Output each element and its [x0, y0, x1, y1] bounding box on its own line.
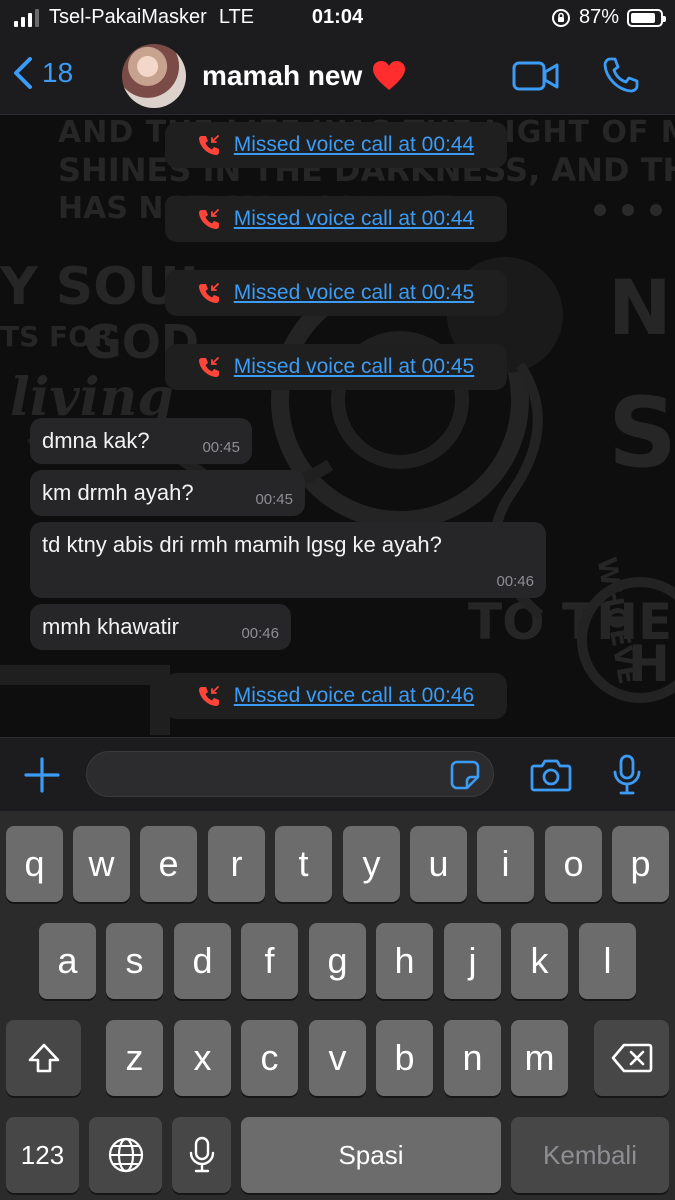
- status-right: 87%: [551, 6, 666, 29]
- key-q[interactable]: q: [6, 826, 63, 902]
- message-bubble[interactable]: td ktny abis dri rmh mamih lgsg ke ayah?…: [30, 522, 546, 598]
- sticker-icon[interactable]: [449, 759, 481, 791]
- battery-level: [631, 12, 656, 23]
- contact-name[interactable]: mamah new: [202, 60, 406, 92]
- message-time: 00:46: [241, 625, 279, 642]
- numbers-key[interactable]: 123: [6, 1117, 79, 1193]
- key-c[interactable]: c: [241, 1020, 298, 1096]
- signal-icon: [14, 8, 39, 27]
- plus-icon[interactable]: [24, 757, 60, 793]
- key-z[interactable]: z: [106, 1020, 163, 1096]
- message-bubble[interactable]: km drmh ayah? 00:45: [30, 470, 305, 516]
- backspace-key[interactable]: [594, 1020, 669, 1096]
- message-time: 00:45: [202, 439, 240, 456]
- missed-call-text[interactable]: Missed voice call at 00:46: [234, 684, 474, 708]
- message-input[interactable]: [86, 751, 494, 797]
- space-key[interactable]: Spasi: [241, 1117, 501, 1193]
- key-o[interactable]: o: [545, 826, 602, 902]
- key-j[interactable]: j: [444, 923, 501, 999]
- key-e[interactable]: e: [140, 826, 197, 902]
- chat-area[interactable]: AND THE LIFE WAS THE LIGHT OF MEN. THE L…: [0, 115, 675, 737]
- key-i[interactable]: i: [477, 826, 534, 902]
- contact-name-text: mamah new: [202, 60, 363, 91]
- shift-key[interactable]: [6, 1020, 81, 1096]
- key-p[interactable]: p: [612, 826, 669, 902]
- key-h[interactable]: h: [376, 923, 433, 999]
- status-bar: Tsel-PakaiMasker LTE 01:04 87%: [0, 0, 675, 38]
- orientation-lock-icon: [551, 8, 570, 27]
- globe-icon: [108, 1137, 143, 1173]
- key-r[interactable]: r: [208, 826, 265, 902]
- missed-call-icon: [198, 357, 219, 377]
- missed-call-notice[interactable]: Missed voice call at 00:44: [165, 196, 507, 242]
- back-button[interactable]: 18: [12, 56, 73, 90]
- network-type: LTE: [218, 6, 255, 28]
- key-f[interactable]: f: [241, 923, 298, 999]
- message-text: dmna kak?: [42, 428, 150, 453]
- key-a[interactable]: a: [39, 923, 96, 999]
- missed-call-notice[interactable]: Missed voice call at 00:44: [165, 122, 507, 168]
- microphone-icon: [189, 1136, 214, 1173]
- key-x[interactable]: x: [174, 1020, 231, 1096]
- message-bubble[interactable]: mmh khawatir 00:46: [30, 604, 291, 650]
- battery-percent: 87%: [578, 6, 619, 28]
- key-d[interactable]: d: [174, 923, 231, 999]
- message-text: td ktny abis dri rmh mamih lgsg ke ayah?: [42, 532, 442, 557]
- missed-call-text[interactable]: Missed voice call at 00:45: [234, 355, 474, 379]
- missed-call-icon: [198, 686, 219, 706]
- dictation-key[interactable]: [172, 1117, 231, 1193]
- key-n[interactable]: n: [444, 1020, 501, 1096]
- camera-icon[interactable]: [530, 757, 572, 793]
- key-k[interactable]: k: [511, 923, 568, 999]
- composer-bar: [0, 737, 675, 812]
- heart-icon: [373, 61, 406, 90]
- video-call-icon[interactable]: [512, 60, 560, 92]
- phone-call-icon[interactable]: [602, 56, 640, 94]
- keyboard: q w e r t y u i o p a s d f g h j k l z …: [0, 811, 675, 1200]
- globe-key[interactable]: [89, 1117, 162, 1193]
- chat-header: 18 mamah new: [0, 38, 675, 115]
- missed-call-icon: [198, 283, 219, 303]
- key-m[interactable]: m: [511, 1020, 568, 1096]
- message-text: km drmh ayah?: [42, 480, 194, 505]
- missed-call-text[interactable]: Missed voice call at 00:44: [234, 133, 474, 157]
- key-l[interactable]: l: [579, 923, 636, 999]
- key-g[interactable]: g: [309, 923, 366, 999]
- key-w[interactable]: w: [73, 826, 130, 902]
- missed-call-text[interactable]: Missed voice call at 00:44: [234, 207, 474, 231]
- avatar[interactable]: [122, 44, 186, 108]
- key-v[interactable]: v: [309, 1020, 366, 1096]
- key-u[interactable]: u: [410, 826, 467, 902]
- chevron-left-icon: [14, 57, 32, 89]
- battery-icon: [627, 8, 666, 27]
- carrier-name: Tsel-PakaiMasker: [49, 6, 207, 28]
- shift-icon: [28, 1043, 59, 1073]
- key-t[interactable]: t: [275, 826, 332, 902]
- key-s[interactable]: s: [106, 923, 163, 999]
- message-time: 00:46: [496, 573, 534, 590]
- missed-call-notice[interactable]: Missed voice call at 00:46: [165, 673, 507, 719]
- message-time: 00:45: [255, 491, 293, 508]
- missed-call-notice[interactable]: Missed voice call at 00:45: [165, 344, 507, 390]
- missed-call-notice[interactable]: Missed voice call at 00:45: [165, 270, 507, 316]
- unread-count: 18: [42, 57, 74, 88]
- key-b[interactable]: b: [376, 1020, 433, 1096]
- microphone-icon[interactable]: [612, 754, 642, 796]
- message-text: mmh khawatir: [42, 614, 179, 639]
- backspace-icon: [611, 1043, 652, 1073]
- missed-call-text[interactable]: Missed voice call at 00:45: [234, 281, 474, 305]
- return-key[interactable]: Kembali: [511, 1117, 669, 1193]
- key-y[interactable]: y: [343, 826, 400, 902]
- status-left: Tsel-PakaiMasker LTE: [14, 6, 254, 29]
- message-bubble[interactable]: dmna kak? 00:45: [30, 418, 252, 464]
- missed-call-icon: [198, 209, 219, 229]
- missed-call-icon: [198, 135, 219, 155]
